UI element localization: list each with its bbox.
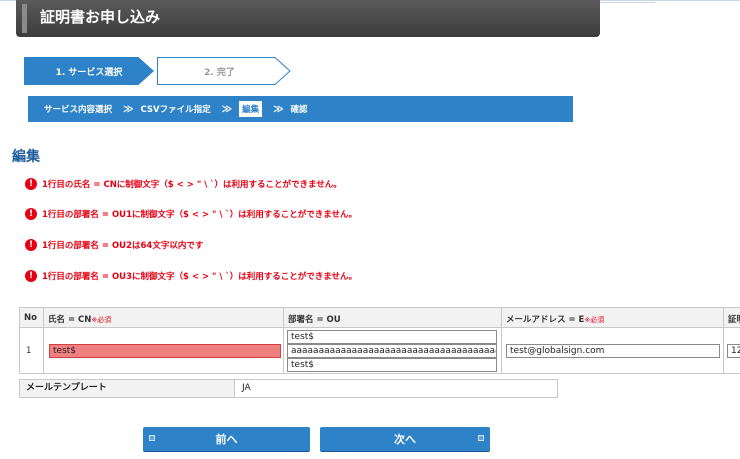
ou1-input[interactable]: test$ — [287, 330, 497, 344]
step-complete-label: 2. 完了 — [204, 67, 235, 78]
cn-cell: test$ — [44, 328, 284, 374]
breadcrumb-item-edit: 編集 — [239, 101, 263, 117]
mail-template-value[interactable]: JA — [242, 380, 251, 397]
ou-cell: test$ aaaaaaaaaaaaaaaaaaaaaaaaaaaaaaaaaa… — [284, 328, 502, 374]
error-message: ! 1行目の部署名 = OU3に制御文字（$ < > " \ `）は利用すること… — [25, 269, 357, 283]
error-text: 1行目の部署名 = OU2は64文字以内です — [42, 241, 204, 251]
page-title: 証明書お申し込み — [40, 8, 161, 26]
cert-input[interactable]: 1234re — [727, 344, 740, 358]
page-header: 証明書お申し込み — [16, 0, 600, 37]
prev-button-label: 前へ — [215, 433, 238, 446]
mail-template-row: メールテンプレート JA — [19, 379, 558, 398]
breadcrumb-separator-icon: ≫ — [221, 103, 233, 115]
error-icon: ! — [25, 208, 37, 220]
cn-input[interactable]: test$ — [49, 344, 281, 358]
next-button-label: 次へ — [394, 433, 416, 446]
prev-button[interactable]: 前へ — [143, 427, 310, 451]
error-text: 1行目の氏名 = CNに制御文字（$ < > " \ `）は利用することができま… — [42, 180, 342, 190]
header-accent-bar — [22, 4, 27, 33]
section-title: 編集 — [12, 149, 40, 165]
breadcrumb-item-service-content: サービス内容選択 — [44, 105, 113, 115]
next-button[interactable]: 次へ — [320, 427, 490, 451]
prev-button-icon — [149, 435, 155, 441]
error-icon: ! — [25, 178, 37, 190]
column-header-cn-label: 氏名 = CN — [48, 315, 92, 325]
error-icon: ! — [25, 270, 37, 282]
email-input[interactable]: test@globalsign.com — [506, 344, 720, 358]
mail-template-label: メールテンプレート — [20, 380, 235, 397]
error-text: 1行目の部署名 = OU1に制御文字（$ < > " \ `）は利用することがで… — [42, 210, 357, 220]
ou3-input[interactable]: test$ — [287, 358, 497, 372]
top-border-segment — [600, 2, 655, 3]
column-header-email: メールアドレス = E※必須 — [502, 308, 724, 328]
error-text: 1行目の部署名 = OU3に制御文字（$ < > " \ `）は利用することがで… — [42, 272, 357, 282]
step-service-selection: 1. サービス選択 — [24, 57, 154, 85]
column-header-email-label: メールアドレス = E — [506, 315, 585, 325]
breadcrumb: サービス内容選択 ≫ CSVファイル指定 ≫ 編集 ≫ 確認 — [28, 96, 573, 122]
error-message: ! 1行目の部署名 = OU1に制御文字（$ < > " \ `）は利用すること… — [25, 207, 357, 221]
breadcrumb-separator-icon: ≫ — [123, 103, 134, 115]
cert-cell: 1234re — [724, 328, 740, 374]
row-number: 1 — [20, 328, 44, 374]
error-message: ! 1行目の氏名 = CNに制御文字（$ < > " \ `）は利用することがで… — [25, 177, 342, 191]
breadcrumb-item-csv-file: CSVファイル指定 — [140, 105, 211, 115]
step-complete: 2. 完了 — [157, 57, 291, 85]
column-header-cn: 氏名 = CN※必須 — [44, 308, 284, 328]
column-header-cert: 証明書 — [724, 308, 740, 328]
error-icon: ! — [25, 239, 37, 251]
column-header-ou: 部署名 = OU — [284, 308, 502, 328]
next-button-icon — [478, 435, 484, 441]
breadcrumb-separator-icon: ≫ — [273, 103, 284, 115]
edit-table: No 氏名 = CN※必須 部署名 = OU メールアドレス = E※必須 証明… — [19, 307, 740, 374]
error-message: ! 1行目の部署名 = OU2は64文字以内です — [25, 238, 203, 252]
column-header-no: No — [20, 308, 44, 328]
ou2-input[interactable]: aaaaaaaaaaaaaaaaaaaaaaaaaaaaaaaaaaaaaaaa… — [287, 344, 497, 358]
required-mark: ※必須 — [91, 316, 112, 324]
email-cell: test@globalsign.com — [502, 328, 724, 374]
required-mark: ※必須 — [584, 316, 605, 324]
breadcrumb-item-confirm: 確認 — [290, 105, 308, 115]
